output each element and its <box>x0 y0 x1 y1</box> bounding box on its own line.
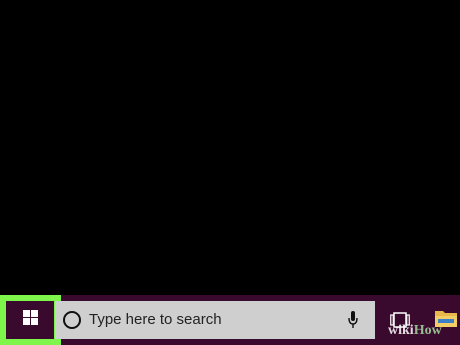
windows-logo-icon <box>23 310 38 325</box>
wikihow-watermark: wikiHow <box>388 323 442 339</box>
start-button[interactable] <box>6 301 54 339</box>
cortana-circle-icon[interactable] <box>63 311 81 329</box>
microphone-icon[interactable] <box>348 311 358 329</box>
search-box[interactable]: Type here to search <box>55 301 375 339</box>
watermark-how: How <box>413 323 442 338</box>
desktop-area <box>0 0 460 295</box>
search-placeholder: Type here to search <box>89 311 222 328</box>
watermark-wiki: wiki <box>388 323 414 338</box>
